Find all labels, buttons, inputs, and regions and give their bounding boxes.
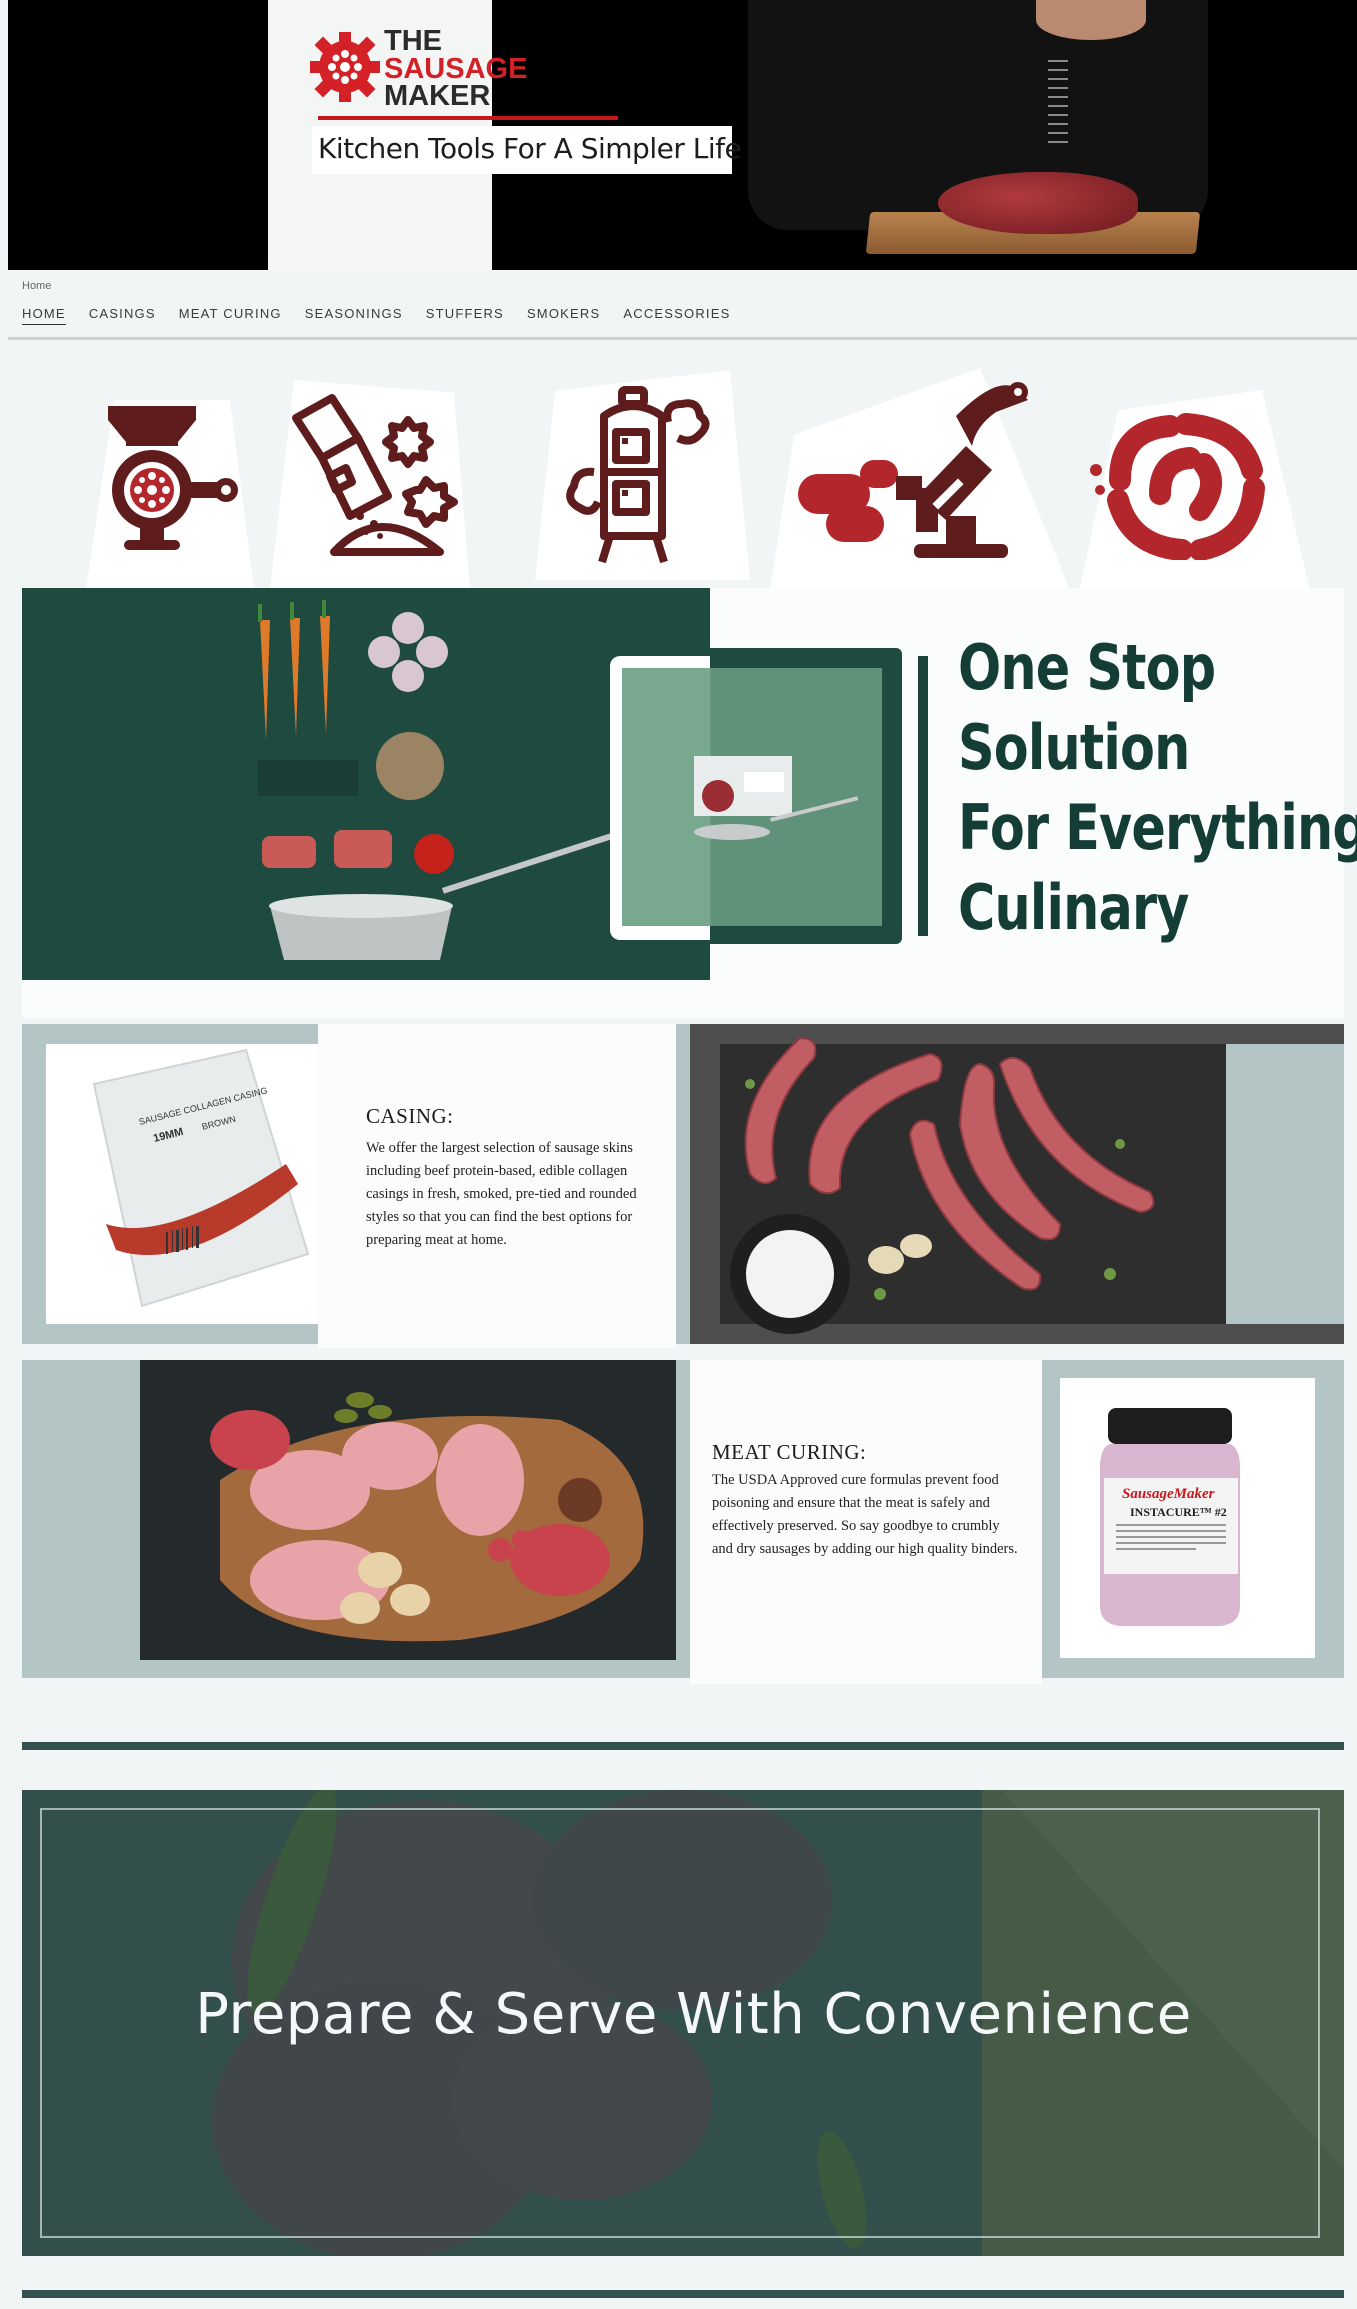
nav-item-stuffers[interactable]: STUFFERS [426,306,504,325]
curing-product-card[interactable]: SausageMaker INSTACURE™ #2 [1060,1378,1315,1658]
jar-brand-text: SausageMaker [1122,1486,1215,1502]
casing-text-card: CASING: We offer the largest selection o… [318,1024,676,1348]
category-icon-row [0,360,1357,590]
hero-line-4: Culinary [958,871,1189,944]
sausages-photo[interactable] [690,1024,1344,1344]
casing-title: CASING: [366,1104,454,1128]
hero-line-1: One Stop [958,631,1216,704]
brand-line-3: MAKER [384,80,491,113]
chef-hand [1036,0,1146,40]
brand-tagline: Kitchen Tools For A Simpler Life [318,132,742,165]
main-nav: HOME CASINGS MEAT CURING SEASONINGS STUF… [8,296,1357,340]
brand-gear-icon[interactable] [308,30,382,109]
curing-text-card: MEAT CURING: The USDA Approved cure form… [690,1360,1042,1684]
hero-divider [918,656,928,936]
brand-divider [318,116,618,120]
section-divider [22,1742,1344,1750]
brand-name[interactable]: THE SAUSAGE MAKER [384,25,528,113]
hero-headline: One Stop Solution For Everything Culinar… [958,628,1357,948]
nav-item-meat-curing[interactable]: MEAT CURING [179,306,282,325]
nav-item-home[interactable]: HOME [22,306,66,325]
promo-title: Prepare & Serve With Convenience [195,1982,1192,2047]
hero-thumbnail [622,668,882,926]
smoker-icon[interactable] [548,386,728,571]
hero-line-3: For Everything [958,791,1357,864]
nav-item-smokers[interactable]: SMOKERS [527,306,600,325]
hero-ingredients-image [22,588,710,980]
nav-item-seasonings[interactable]: SEASONINGS [305,306,403,325]
charcuterie-photo[interactable] [140,1360,676,1678]
hero-line-2: Solution [958,711,1190,784]
brand-line-2: SAUSAGE [384,52,528,85]
seasoning-shaker-icon[interactable] [290,392,460,567]
curing-title: MEAT CURING: [712,1440,867,1464]
steak-image [938,172,1138,234]
nav-item-accessories[interactable]: ACCESSORIES [623,306,730,325]
meat-grinder-icon[interactable] [102,402,242,557]
casing-description: We offer the largest selection of sausag… [366,1140,637,1248]
nav-item-casings[interactable]: CASINGS [89,306,156,325]
sausage-links-icon[interactable] [1090,410,1270,565]
jar-label-text: INSTACURE™ #2 [1130,1505,1227,1519]
falling-salt [1048,60,1068,150]
footer-divider [22,2290,1344,2298]
brand-line-1: THE [384,25,442,57]
casing-product-card[interactable]: SAUSAGE COLLAGEN CASING 19MM BROWN [46,1044,332,1324]
sausage-stuffer-icon[interactable] [796,376,1036,571]
curing-description: The USDA Approved cure formulas prevent … [712,1472,1018,1557]
breadcrumb[interactable]: Home [22,280,51,292]
